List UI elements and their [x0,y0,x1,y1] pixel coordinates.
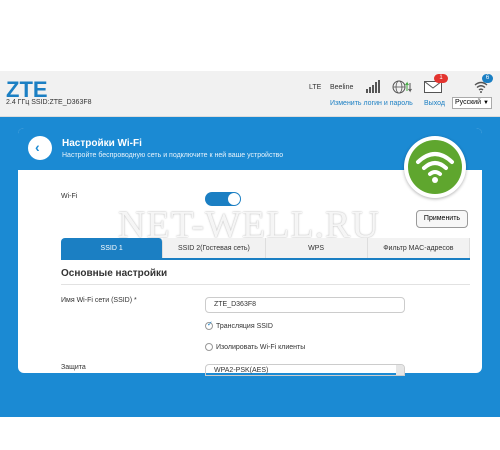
mail-count-badge: 1 [434,74,448,83]
wifi-logo [404,136,466,198]
select-scrollbar[interactable] [396,365,404,375]
ssid-info: 2.4 ГГц SSID:ZTE_D363F8 [6,99,92,106]
checkbox-checked-icon [205,320,213,330]
isolate-clients-label: Изолировать Wi-Fi клиенты [216,343,306,351]
chevron-down-icon: ▼ [483,100,489,106]
broadcast-ssid-label: Трансляция SSID [216,322,273,330]
tab-wps[interactable]: WPS [265,238,368,258]
settings-tabs: SSID 1 SSID 2(Гостевая сеть) WPS Фильтр … [61,238,470,260]
router-settings-page: ZTE 2.4 ГГц SSID:ZTE_D363F8 LTE Beeline … [0,0,500,450]
change-login-link[interactable]: Изменить логин и пароль [330,100,413,107]
signal-strength-icon [366,80,380,93]
network-type: LTE [309,84,322,91]
section-title: Основные настройки [61,268,168,279]
globe-data-icon [392,80,412,94]
top-header: ZTE 2.4 ГГц SSID:ZTE_D363F8 LTE Beeline … [0,71,500,117]
wifi-logo-badge [408,140,462,194]
chevron-left-icon: ‹ [35,139,40,155]
security-select[interactable]: WPA2-PSK(AES) [205,364,405,376]
wifi-icon [416,152,454,183]
language-value: Русский [455,99,481,106]
wifi-clients-badge: 6 [482,74,493,83]
language-select[interactable]: Русский ▼ [452,97,492,109]
security-value: WPA2-PSK(AES) [214,367,269,374]
section-divider [61,284,470,285]
tab-ssid-2-guest[interactable]: SSID 2(Гостевая сеть) [163,238,266,258]
ssid-field-label: Имя Wi-Fi сети (SSID) * [61,297,137,304]
broadcast-ssid-checkbox[interactable]: Трансляция SSID [205,320,273,330]
page-title: Настройки Wi-Fi [62,138,142,149]
wifi-toggle-label: Wi-Fi [61,193,78,200]
back-button[interactable]: ‹ [28,136,52,160]
security-label: Защита [61,364,86,371]
tab-mac-filter[interactable]: Фильтр MAC-адресов [367,238,470,258]
ssid-input[interactable]: ZTE_D363F8 [205,297,405,313]
logout-link[interactable]: Выход [424,100,445,107]
checkbox-unchecked-icon [205,343,213,351]
operator-name: Beeline [330,84,354,91]
page-subtitle: Настройте беспроводную сеть и подключите… [62,152,284,159]
tab-ssid-1[interactable]: SSID 1 [61,238,164,258]
isolate-clients-checkbox[interactable]: Изолировать Wi-Fi клиенты [205,343,305,351]
apply-button[interactable]: Применить [416,210,468,228]
